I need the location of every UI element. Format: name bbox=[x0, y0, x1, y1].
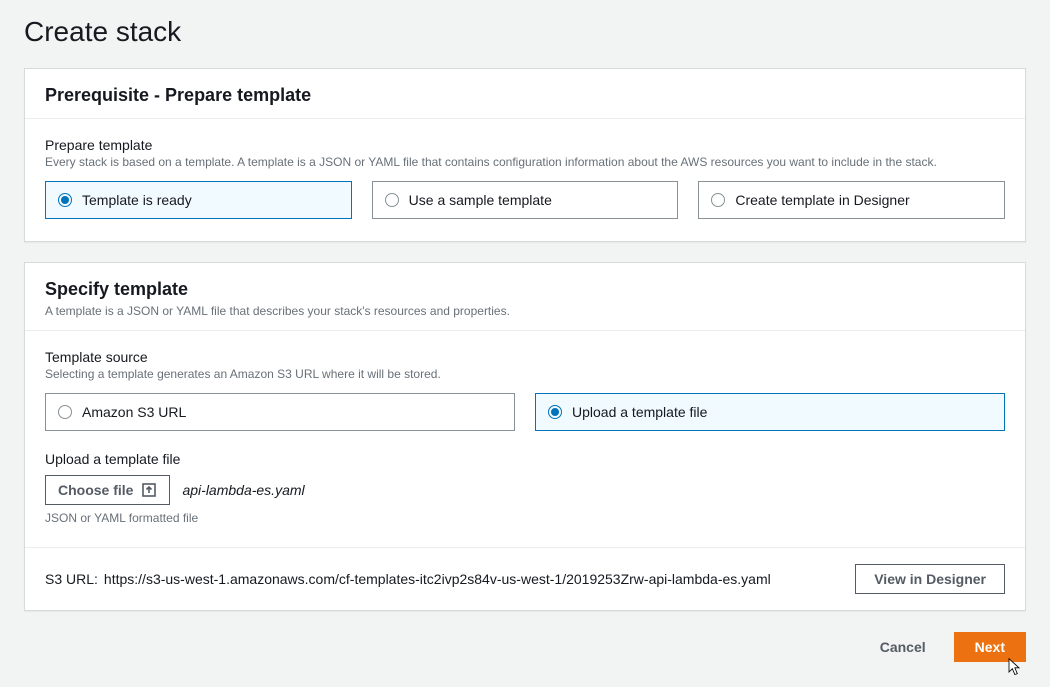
radio-icon bbox=[58, 405, 72, 419]
option-s3-url[interactable]: Amazon S3 URL bbox=[45, 393, 515, 431]
wizard-actions: Cancel Next bbox=[24, 631, 1026, 663]
upload-section: Upload a template file Choose file api-l… bbox=[45, 451, 1005, 525]
panel-title: Specify template bbox=[45, 279, 1005, 300]
option-label: Upload a template file bbox=[572, 404, 707, 420]
template-source-options: Amazon S3 URL Upload a template file bbox=[45, 393, 1005, 431]
radio-icon bbox=[548, 405, 562, 419]
view-in-designer-button[interactable]: View in Designer bbox=[855, 564, 1005, 594]
option-create-in-designer[interactable]: Create template in Designer bbox=[698, 181, 1005, 219]
prepare-template-label: Prepare template bbox=[45, 137, 1005, 153]
choose-file-button[interactable]: Choose file bbox=[45, 475, 170, 505]
option-sample-template[interactable]: Use a sample template bbox=[372, 181, 679, 219]
template-source-label: Template source bbox=[45, 349, 1005, 365]
next-button[interactable]: Next bbox=[954, 632, 1026, 662]
option-upload-file[interactable]: Upload a template file bbox=[535, 393, 1005, 431]
prepare-template-options: Template is ready Use a sample template … bbox=[45, 181, 1005, 219]
s3-footer: S3 URL: https://s3-us-west-1.amazonaws.c… bbox=[25, 547, 1025, 610]
panel-header: Prerequisite - Prepare template bbox=[25, 69, 1025, 119]
template-source-hint: Selecting a template generates an Amazon… bbox=[45, 367, 1005, 381]
choose-file-label: Choose file bbox=[58, 482, 133, 498]
cancel-button[interactable]: Cancel bbox=[864, 631, 942, 663]
option-label: Use a sample template bbox=[409, 192, 552, 208]
option-template-ready[interactable]: Template is ready bbox=[45, 181, 352, 219]
panel-title: Prerequisite - Prepare template bbox=[45, 85, 1005, 106]
panel-header: Specify template A template is a JSON or… bbox=[25, 263, 1025, 331]
prepare-template-hint: Every stack is based on a template. A te… bbox=[45, 155, 1005, 169]
option-label: Create template in Designer bbox=[735, 192, 909, 208]
uploaded-filename: api-lambda-es.yaml bbox=[182, 482, 304, 498]
upload-file-label: Upload a template file bbox=[45, 451, 1005, 467]
option-label: Amazon S3 URL bbox=[82, 404, 186, 420]
panel-body: Prepare template Every stack is based on… bbox=[25, 119, 1025, 241]
page-title: Create stack bbox=[24, 16, 1026, 48]
radio-icon bbox=[385, 193, 399, 207]
panel-subtitle: A template is a JSON or YAML file that d… bbox=[45, 304, 1005, 318]
panel-body: Template source Selecting a template gen… bbox=[25, 331, 1025, 547]
s3-url-label: S3 URL: bbox=[45, 571, 98, 587]
s3-url-block: S3 URL: https://s3-us-west-1.amazonaws.c… bbox=[45, 571, 835, 587]
s3-url-value: https://s3-us-west-1.amazonaws.com/cf-te… bbox=[104, 571, 771, 587]
file-row: Choose file api-lambda-es.yaml bbox=[45, 475, 1005, 505]
radio-icon bbox=[711, 193, 725, 207]
radio-icon bbox=[58, 193, 72, 207]
specify-template-panel: Specify template A template is a JSON or… bbox=[24, 262, 1026, 611]
prerequisite-panel: Prerequisite - Prepare template Prepare … bbox=[24, 68, 1026, 242]
file-format-hint: JSON or YAML formatted file bbox=[45, 511, 1005, 525]
upload-icon bbox=[141, 482, 157, 498]
option-label: Template is ready bbox=[82, 192, 192, 208]
